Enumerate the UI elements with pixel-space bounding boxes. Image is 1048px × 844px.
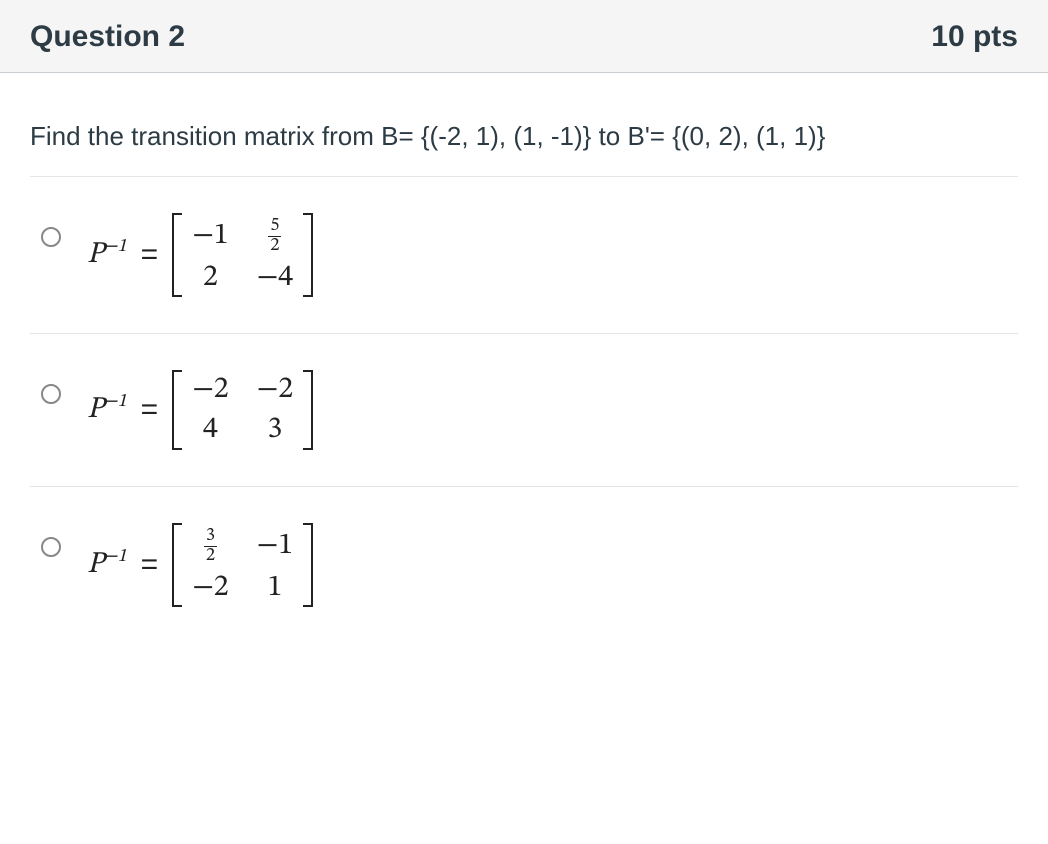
answer-equation: P−1 = −1 52 2 −4 — [87, 213, 313, 297]
p-inverse-label: P−1 — [87, 391, 127, 429]
bracket-left — [172, 213, 182, 297]
matrix-cell: −2 — [192, 375, 228, 405]
question-points: 10 pts — [931, 20, 1018, 54]
bracket-left — [172, 370, 182, 450]
answer-option[interactable]: P−1 = 32 −1 −2 1 — [30, 486, 1018, 643]
equals-sign: = — [141, 238, 159, 272]
bracket-left — [172, 523, 182, 607]
p-inverse-label: P−1 — [87, 236, 127, 274]
matrix-cell: 4 — [193, 415, 227, 445]
matrix-cell: −2 — [257, 375, 293, 405]
answer-option[interactable]: P−1 = −1 52 2 −4 — [30, 176, 1018, 333]
fraction: 32 — [204, 527, 217, 565]
answer-radio[interactable] — [41, 227, 61, 247]
matrix-cell: −4 — [257, 263, 293, 293]
bracket-right — [303, 370, 313, 450]
matrix-cell: −1 — [257, 531, 293, 561]
matrix: 32 −1 −2 1 — [172, 523, 313, 607]
equals-sign: = — [141, 393, 159, 427]
matrix-cell: 2 — [193, 263, 227, 293]
answer-options: P−1 = −1 52 2 −4 P−1 = −2 −2 4 3 P−1 = — [0, 176, 1048, 643]
matrix-cells: −2 −2 4 3 — [186, 370, 299, 450]
matrix-cell: 3 — [258, 415, 292, 445]
question-header: Question 2 10 pts — [0, 0, 1048, 73]
question-prompt: Find the transition matrix from B= {(-2,… — [0, 73, 1048, 176]
answer-equation: P−1 = −2 −2 4 3 — [87, 370, 313, 450]
answer-radio[interactable] — [41, 384, 61, 404]
matrix-cells: −1 52 2 −4 — [186, 213, 299, 297]
answer-option[interactable]: P−1 = −2 −2 4 3 — [30, 333, 1018, 486]
answer-equation: P−1 = 32 −1 −2 1 — [87, 523, 313, 607]
matrix: −1 52 2 −4 — [172, 213, 313, 297]
bracket-right — [303, 523, 313, 607]
equals-sign: = — [141, 548, 159, 582]
matrix-cell: −2 — [192, 573, 228, 603]
matrix-cells: 32 −1 −2 1 — [186, 523, 299, 607]
p-inverse-label: P−1 — [87, 546, 127, 584]
bracket-right — [303, 213, 313, 297]
matrix-cell: 32 — [193, 527, 227, 565]
matrix-cell: −1 — [192, 221, 228, 251]
answer-radio[interactable] — [41, 537, 61, 557]
matrix-cell: 1 — [258, 573, 292, 603]
matrix-cell: 52 — [258, 217, 292, 255]
question-title: Question 2 — [30, 20, 185, 54]
matrix: −2 −2 4 3 — [172, 370, 313, 450]
fraction: 52 — [268, 217, 281, 255]
